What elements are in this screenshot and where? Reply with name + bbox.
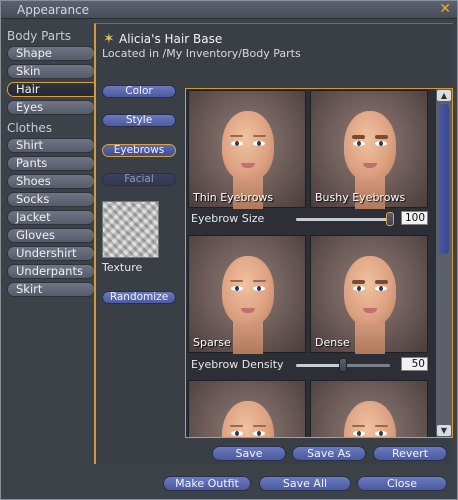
slider-fill	[296, 364, 343, 367]
eyebrow-size-value[interactable]: 100	[401, 211, 428, 225]
category-shape[interactable]: Shape	[7, 46, 95, 61]
thumb-label: Bushy Eyebrows	[315, 191, 406, 204]
category-eyes[interactable]: Eyes	[7, 100, 95, 115]
slider-knob[interactable]	[339, 358, 347, 372]
eyebrow-density-label: Eyebrow Density	[191, 358, 284, 371]
subcategory-facial[interactable]: Facial	[102, 173, 176, 186]
thumb-next-min[interactable]	[188, 380, 306, 437]
thumb-label: Thin Eyebrows	[193, 191, 274, 204]
scroll-down-icon[interactable]: ▼	[437, 425, 451, 436]
thumb-label: Dense	[315, 336, 350, 349]
asset-location: Located in /My Inventory/Body Parts	[102, 47, 301, 60]
eyebrow-size-slider[interactable]	[296, 212, 394, 226]
category-hair[interactable]: Hair	[7, 82, 99, 97]
save-as-button[interactable]: Save As	[292, 446, 366, 461]
save-button[interactable]: Save	[212, 446, 286, 461]
close-icon[interactable]: ✕	[439, 1, 451, 17]
scroll-up-icon[interactable]: ▲	[437, 90, 451, 101]
thumb-dense[interactable]: Dense	[310, 235, 428, 354]
slider-knob[interactable]	[386, 212, 394, 226]
texture-swatch[interactable]	[102, 201, 159, 258]
make-outfit-button[interactable]: Make Outfit	[163, 476, 251, 491]
slider-fill	[296, 218, 390, 221]
thumb-thin-eyebrows[interactable]: Thin Eyebrows	[188, 90, 306, 209]
category-skin[interactable]: Skin	[7, 64, 95, 79]
asset-name: Alicia's Hair Base	[119, 32, 223, 46]
thumb-label: Sparse	[193, 336, 231, 349]
body-part-icon: ✶	[103, 31, 115, 47]
title-bar[interactable]: Appearance ✕	[1, 1, 457, 19]
subcategory-style[interactable]: Style	[102, 114, 176, 127]
vertical-scrollbar[interactable]: ▲ ▼	[436, 89, 452, 437]
eyebrow-density-value[interactable]: 50	[401, 357, 428, 371]
category-pants[interactable]: Pants	[7, 156, 95, 171]
eyebrow-size-label: Eyebrow Size	[191, 212, 265, 225]
window-title: Appearance	[17, 3, 90, 17]
close-button[interactable]: Close	[357, 476, 447, 491]
category-jacket[interactable]: Jacket	[7, 210, 95, 225]
thumb-next-max[interactable]	[310, 380, 428, 437]
save-all-button[interactable]: Save All	[259, 476, 351, 491]
category-underpants[interactable]: Underpants	[7, 264, 95, 279]
thumb-sparse[interactable]: Sparse	[188, 235, 306, 354]
category-skirt[interactable]: Skirt	[7, 282, 95, 297]
category-gloves[interactable]: Gloves	[7, 228, 95, 243]
thumb-bushy-eyebrows[interactable]: Bushy Eyebrows	[310, 90, 428, 209]
texture-label: Texture	[102, 261, 143, 274]
subcategory-eyebrows[interactable]: Eyebrows	[102, 144, 176, 157]
category-shoes[interactable]: Shoes	[7, 174, 95, 189]
category-undershirt[interactable]: Undershirt	[7, 246, 95, 261]
body-parts-header: Body Parts	[7, 29, 72, 43]
appearance-window: Appearance ✕ Body Parts Shape Skin Hair …	[0, 0, 458, 500]
subcategory-color[interactable]: Color	[102, 85, 176, 98]
eyebrow-density-slider[interactable]	[296, 358, 390, 372]
scrollbar-thumb[interactable]	[439, 104, 449, 254]
clothes-header: Clothes	[7, 121, 52, 135]
revert-button[interactable]: Revert	[373, 446, 447, 461]
randomize-button[interactable]: Randomize	[102, 291, 176, 304]
parameter-scroll-area: Thin Eyebrows Bushy Eyebrows Sparse Dens…	[185, 88, 453, 438]
category-shirt[interactable]: Shirt	[7, 138, 95, 153]
category-socks[interactable]: Socks	[7, 192, 95, 207]
